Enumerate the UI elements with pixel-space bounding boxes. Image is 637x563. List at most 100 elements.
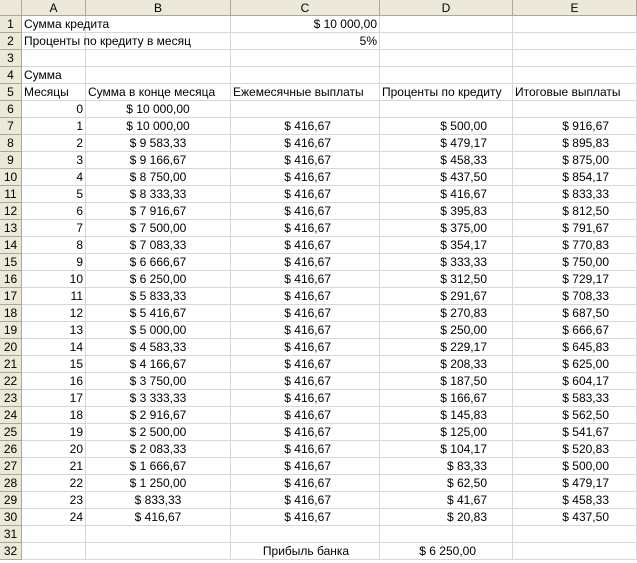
cell-d2[interactable] [380,33,513,50]
cell-b8[interactable]: $ 9 583,33 [86,135,231,152]
row-header-32[interactable]: 32 [0,543,22,560]
cell-c17[interactable]: $ 416,67 [231,288,380,305]
cell-d3[interactable] [380,50,513,67]
cell-e15[interactable]: $ 750,00 [513,254,637,271]
cell-d13[interactable]: $ 375,00 [380,220,513,237]
cell-c9[interactable]: $ 416,67 [231,152,380,169]
cell-e3[interactable] [513,50,637,67]
cell-e5[interactable]: Итоговые выплаты [513,84,637,101]
cell-b26[interactable]: $ 2 083,33 [86,441,231,458]
column-header-d[interactable]: D [380,0,513,16]
row-header-27[interactable]: 27 [0,458,22,475]
cell-e24[interactable]: $ 562,50 [513,407,637,424]
cell-d12[interactable]: $ 395,83 [380,203,513,220]
row-header-13[interactable]: 13 [0,220,22,237]
cell-b19[interactable]: $ 5 000,00 [86,322,231,339]
cell-e22[interactable]: $ 604,17 [513,373,637,390]
cell-a17[interactable]: 11 [22,288,86,305]
column-header-a[interactable]: A [22,0,86,16]
cell-d8[interactable]: $ 479,17 [380,135,513,152]
cell-b5[interactable]: Сумма в конце месяца [86,84,231,101]
cell-b10[interactable]: $ 8 750,00 [86,169,231,186]
cell-a6[interactable]: 0 [22,101,86,118]
cell-c2[interactable]: 5% [231,33,380,50]
column-header-b[interactable]: B [86,0,231,16]
cell-d18[interactable]: $ 270,83 [380,305,513,322]
row-header-21[interactable]: 21 [0,356,22,373]
cell-a3[interactable] [22,50,86,67]
cell-a30[interactable]: 24 [22,509,86,526]
cell-c14[interactable]: $ 416,67 [231,237,380,254]
cell-b21[interactable]: $ 4 166,67 [86,356,231,373]
cell-b30[interactable]: $ 416,67 [86,509,231,526]
cell-b20[interactable]: $ 4 583,33 [86,339,231,356]
row-header-29[interactable]: 29 [0,492,22,509]
cell-d17[interactable]: $ 291,67 [380,288,513,305]
cell-b6[interactable]: $ 10 000,00 [86,101,231,118]
cell-e12[interactable]: $ 812,50 [513,203,637,220]
cell-e6[interactable] [513,101,637,118]
cell-a20[interactable]: 14 [22,339,86,356]
select-all-corner[interactable] [0,0,22,16]
cell-d14[interactable]: $ 354,17 [380,237,513,254]
row-header-15[interactable]: 15 [0,254,22,271]
row-header-24[interactable]: 24 [0,407,22,424]
cell-c25[interactable]: $ 416,67 [231,424,380,441]
row-header-7[interactable]: 7 [0,118,22,135]
row-header-9[interactable]: 9 [0,152,22,169]
cell-c12[interactable]: $ 416,67 [231,203,380,220]
cell-a14[interactable]: 8 [22,237,86,254]
cell-e13[interactable]: $ 791,67 [513,220,637,237]
cell-d23[interactable]: $ 166,67 [380,390,513,407]
cell-d28[interactable]: $ 62,50 [380,475,513,492]
cell-a13[interactable]: 7 [22,220,86,237]
cell-d20[interactable]: $ 229,17 [380,339,513,356]
cell-c18[interactable]: $ 416,67 [231,305,380,322]
cell-c3[interactable] [231,50,380,67]
cell-e8[interactable]: $ 895,83 [513,135,637,152]
cell-e7[interactable]: $ 916,67 [513,118,637,135]
cell-c24[interactable]: $ 416,67 [231,407,380,424]
row-header-22[interactable]: 22 [0,373,22,390]
cell-c29[interactable]: $ 416,67 [231,492,380,509]
row-header-30[interactable]: 30 [0,509,22,526]
cell-c19[interactable]: $ 416,67 [231,322,380,339]
cell-d30[interactable]: $ 20,83 [380,509,513,526]
cell-e32[interactable] [513,543,637,560]
cell-b25[interactable]: $ 2 500,00 [86,424,231,441]
cell-e30[interactable]: $ 437,50 [513,509,637,526]
cell-d21[interactable]: $ 208,33 [380,356,513,373]
cell-a31[interactable] [22,526,86,543]
cell-a28[interactable]: 22 [22,475,86,492]
cell-a27[interactable]: 21 [22,458,86,475]
cell-a2[interactable]: Проценты по кредиту в месяц [22,33,191,50]
cell-a4[interactable]: Сумма [22,67,86,84]
cell-c30[interactable]: $ 416,67 [231,509,380,526]
column-header-c[interactable]: C [231,0,380,16]
cell-b14[interactable]: $ 7 083,33 [86,237,231,254]
cell-e21[interactable]: $ 625,00 [513,356,637,373]
cell-b15[interactable]: $ 6 666,67 [86,254,231,271]
cell-a23[interactable]: 17 [22,390,86,407]
row-header-4[interactable]: 4 [0,67,22,84]
cell-b22[interactable]: $ 3 750,00 [86,373,231,390]
row-header-19[interactable]: 19 [0,322,22,339]
cell-e2[interactable] [513,33,637,50]
cell-c22[interactable]: $ 416,67 [231,373,380,390]
cell-c7[interactable]: $ 416,67 [231,118,380,135]
cell-a32[interactable] [22,543,86,560]
cell-d6[interactable] [380,101,513,118]
cell-a19[interactable]: 13 [22,322,86,339]
cell-c8[interactable]: $ 416,67 [231,135,380,152]
cell-d22[interactable]: $ 187,50 [380,373,513,390]
row-header-14[interactable]: 14 [0,237,22,254]
cell-e19[interactable]: $ 666,67 [513,322,637,339]
cell-c15[interactable]: $ 416,67 [231,254,380,271]
cell-d31[interactable] [380,526,513,543]
cell-b13[interactable]: $ 7 500,00 [86,220,231,237]
cell-a29[interactable]: 23 [22,492,86,509]
cell-a16[interactable]: 10 [22,271,86,288]
cell-c16[interactable]: $ 416,67 [231,271,380,288]
cell-e9[interactable]: $ 875,00 [513,152,637,169]
cell-d11[interactable]: $ 416,67 [380,186,513,203]
